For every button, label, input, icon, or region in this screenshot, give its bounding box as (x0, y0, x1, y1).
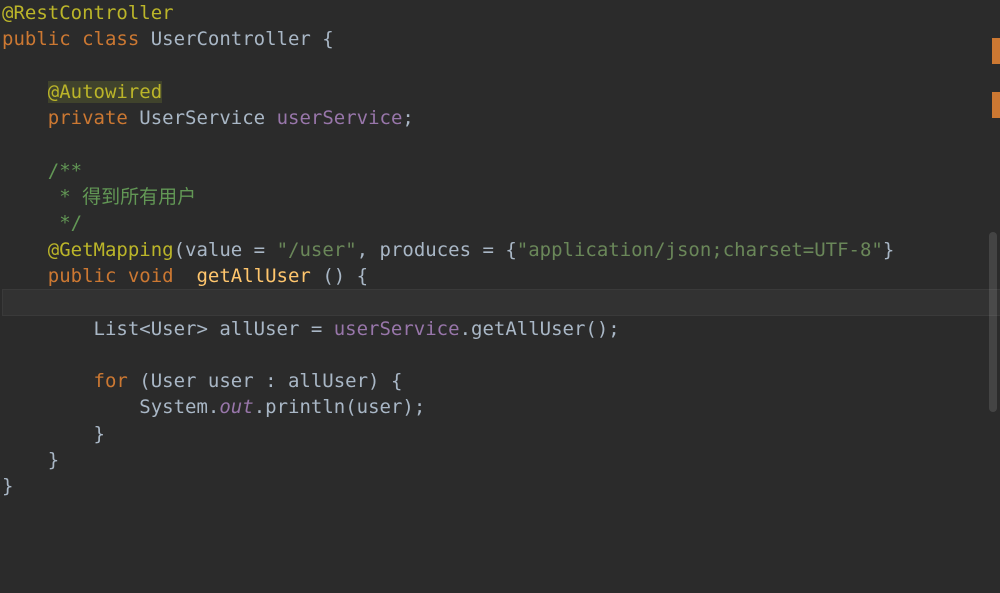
code-token: } (883, 239, 894, 261)
code-token: , produces = { (357, 239, 517, 261)
code-line[interactable]: @Autowired (2, 79, 1000, 105)
change-marker (992, 38, 1000, 64)
code-line[interactable]: public void getAllUser () { (2, 263, 1000, 289)
code-line[interactable]: } (2, 473, 1000, 499)
code-token: } (2, 475, 13, 497)
code-token: */ (59, 212, 82, 234)
code-token: } (48, 449, 59, 471)
code-token (2, 81, 48, 103)
code-token: UserService (139, 107, 276, 129)
scrollbar-thumb[interactable] (989, 232, 997, 412)
code-line[interactable]: } (2, 447, 1000, 473)
code-token: "/user" (277, 239, 357, 261)
code-line[interactable]: /** (2, 158, 1000, 184)
code-token: out (219, 396, 253, 418)
code-token: userService (334, 318, 460, 340)
code-line[interactable]: for (User user : allUser) { (2, 368, 1000, 394)
code-line[interactable]: System.out.println(user); (2, 394, 1000, 420)
code-token (2, 160, 48, 182)
code-token (2, 212, 59, 234)
code-line[interactable] (2, 131, 1000, 157)
code-token: "application/json;charset=UTF-8" (517, 239, 883, 261)
code-token: () { (311, 265, 368, 287)
code-line[interactable]: @GetMapping(value = "/user", produces = … (2, 237, 1000, 263)
code-token: for (94, 370, 140, 392)
code-line[interactable]: public class UserController { (2, 26, 1000, 52)
code-line[interactable]: * 得到所有用户 (2, 184, 1000, 210)
code-token: (User user : allUser) { (139, 370, 402, 392)
code-token: List<User> allUser = (94, 318, 334, 340)
code-token (2, 423, 94, 445)
code-line[interactable] (2, 289, 1000, 315)
code-token: .getAllUser(); (460, 318, 620, 340)
code-token: /** (48, 160, 82, 182)
code-line[interactable] (2, 53, 1000, 79)
code-line[interactable]: } (2, 421, 1000, 447)
code-token (2, 396, 139, 418)
code-token: * 得到所有用户 (59, 186, 196, 208)
code-token: getAllUser (196, 265, 310, 287)
code-token (2, 107, 48, 129)
code-editor[interactable]: @RestControllerpublic class UserControll… (0, 0, 1000, 593)
code-token: System. (139, 396, 219, 418)
code-token (2, 449, 48, 471)
code-token: (value = (174, 239, 277, 261)
code-token (2, 265, 48, 287)
code-line[interactable]: List<User> allUser = userService.getAllU… (2, 316, 1000, 342)
code-token (2, 370, 94, 392)
code-token (2, 239, 48, 261)
code-token (2, 186, 59, 208)
code-line[interactable]: @RestController (2, 0, 1000, 26)
code-token: } (94, 423, 105, 445)
code-token: public void (48, 265, 197, 287)
code-token: @RestController (2, 2, 174, 24)
change-marker (992, 92, 1000, 118)
code-line[interactable] (2, 342, 1000, 368)
code-token: .println(user); (254, 396, 426, 418)
code-token: userService (277, 107, 403, 129)
code-token: ; (402, 107, 413, 129)
code-token (2, 318, 94, 340)
code-token: private (48, 107, 140, 129)
code-token: @GetMapping (48, 239, 174, 261)
code-token: public class (2, 28, 151, 50)
code-line[interactable]: private UserService userService; (2, 105, 1000, 131)
code-line[interactable]: */ (2, 210, 1000, 236)
code-token: UserController { (151, 28, 334, 50)
code-token: @Autowired (48, 81, 162, 103)
